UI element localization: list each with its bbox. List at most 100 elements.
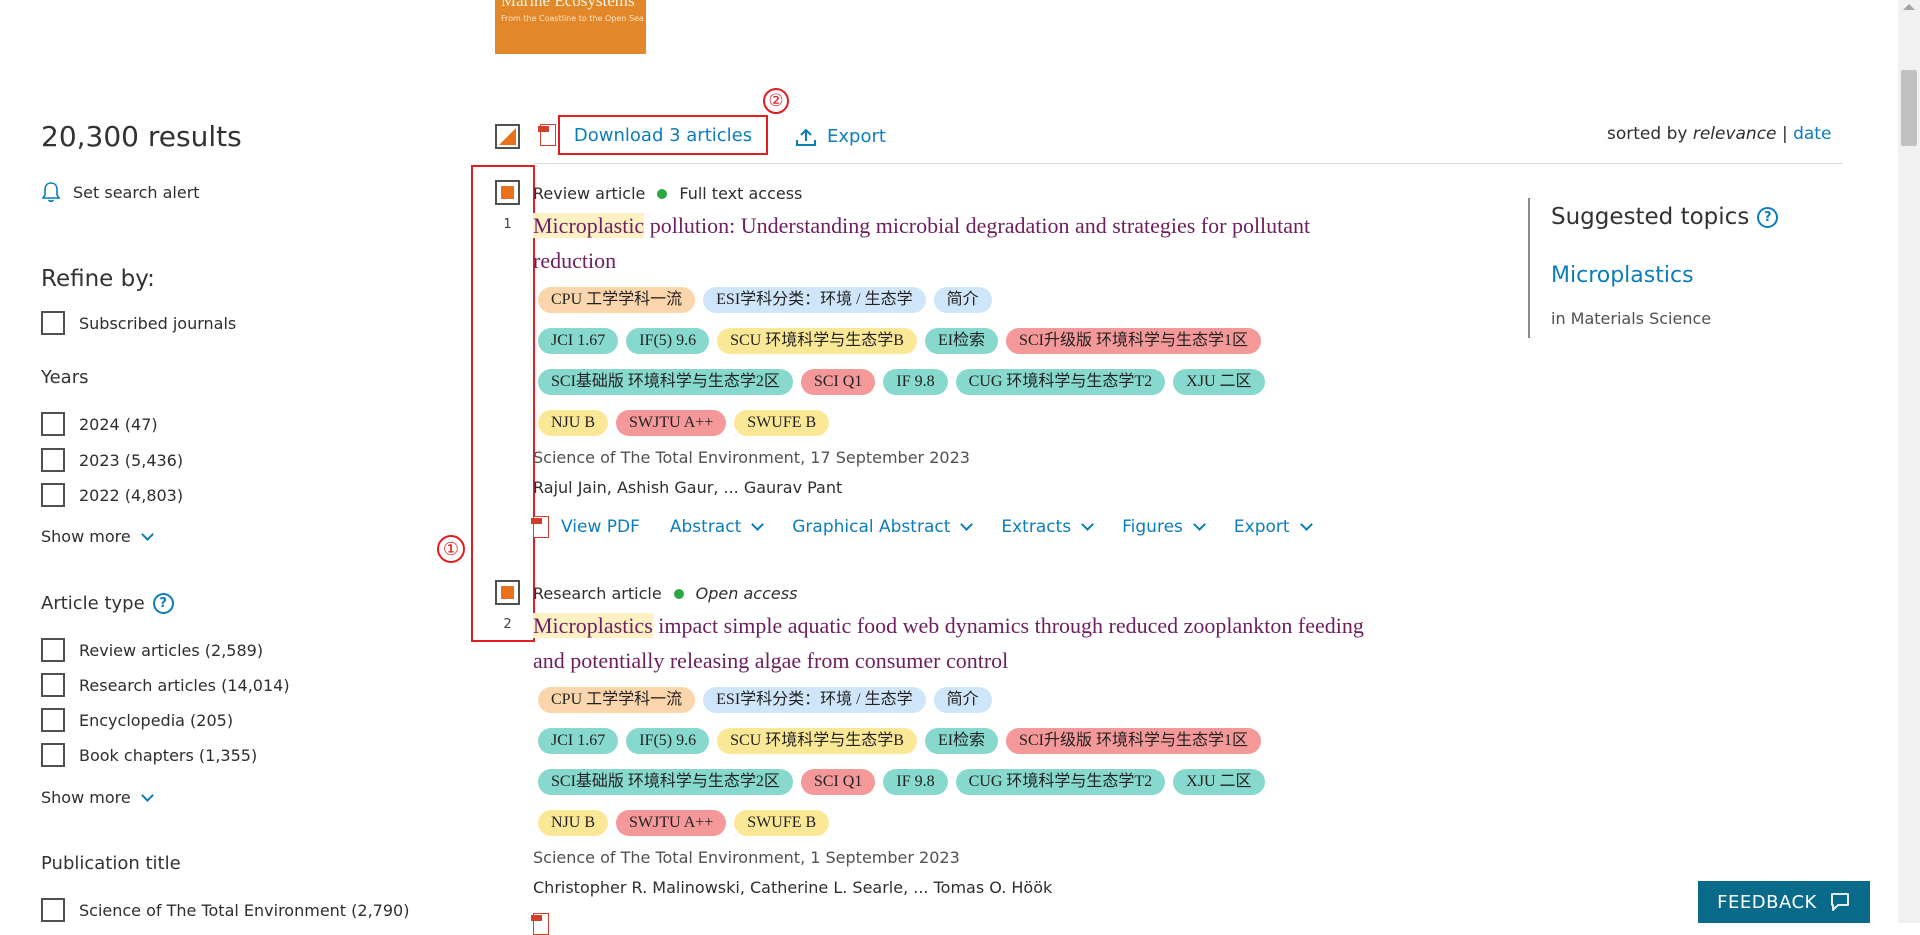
tag[interactable]: SCI Q1 [800, 369, 876, 395]
publication-title-heading: Publication title [41, 853, 181, 874]
export-button[interactable]: Export [795, 126, 886, 147]
tag[interactable]: SWJTU A++ [616, 810, 727, 836]
article-type-filter-book-chapters[interactable]: Book chapters (1,355) [41, 743, 257, 767]
tag[interactable]: SCI Q1 [800, 769, 876, 795]
tag[interactable]: CUG 环境科学与生态学T2 [955, 369, 1166, 395]
result-1-tags-row-2: JCI 1.67 IF(5) 9.6 SCU 环境科学与生态学B EI检索 SC… [538, 328, 1269, 354]
checkbox[interactable] [41, 311, 65, 335]
checkbox[interactable] [41, 898, 65, 922]
checkbox[interactable] [41, 483, 65, 507]
pdf-icon[interactable] [531, 913, 549, 935]
subscribed-journals-filter[interactable]: Subscribed journals [41, 311, 236, 335]
filter-label: 2023 (5,436) [79, 450, 184, 470]
tag[interactable]: SWJTU A++ [616, 410, 727, 436]
checkbox[interactable] [41, 448, 65, 472]
tag[interactable]: SWUFE B [734, 410, 830, 436]
topic-microplastics-link[interactable]: Microplastics [1551, 263, 1694, 288]
show-more-label: Show more [41, 788, 131, 807]
article-type-filter-research[interactable]: Research articles (14,014) [41, 673, 290, 697]
tag[interactable]: NJU B [538, 410, 609, 436]
result-1-checkbox[interactable] [495, 180, 520, 205]
refine-by-heading: Refine by: [41, 266, 155, 292]
annotation-marker-2: ② [763, 88, 789, 114]
year-filter-2022[interactable]: 2022 (4,803) [41, 483, 183, 507]
tag[interactable]: SCI基础版 环境科学与生态学2区 [538, 369, 793, 395]
tag[interactable]: EI检索 [924, 328, 999, 354]
download-articles-button[interactable]: Download 3 articles [558, 115, 768, 155]
result-1-authors: Rajul Jain, Ashish Gaur, ... Gaurav Pant [533, 478, 843, 497]
tag[interactable]: CUG 环境科学与生态学T2 [955, 769, 1166, 795]
tag[interactable]: ESI学科分类：环境 / 生态学 [703, 687, 926, 713]
years-heading-label: Years [41, 367, 89, 388]
suggested-topics-heading: Suggested topics? [1551, 204, 1779, 230]
title-text: pollution: Understanding microbial degra… [644, 213, 1311, 238]
tag[interactable]: IF 9.8 [883, 769, 948, 795]
tag[interactable]: NJU B [538, 810, 609, 836]
publication-title-heading-label: Publication title [41, 853, 181, 874]
feedback-button[interactable]: FEEDBACK [1698, 881, 1870, 923]
article-type: Research article [533, 584, 662, 603]
checkbox[interactable] [41, 743, 65, 767]
tag[interactable]: SCI升级版 环境科学与生态学1区 [1006, 728, 1261, 754]
result-1-tags-row-4: NJU B SWJTU A++ SWUFE B [538, 410, 837, 436]
tag[interactable]: SWUFE B [734, 810, 830, 836]
tag[interactable]: SCI升级版 环境科学与生态学1区 [1006, 328, 1261, 354]
tag[interactable]: SCI基础版 环境科学与生态学2区 [538, 769, 793, 795]
result-2-checkbox[interactable] [495, 580, 520, 605]
article-type-filter-review[interactable]: Review articles (2,589) [41, 638, 263, 662]
result-1-tags-row-1: CPU 工学学科一流 ESI学科分类：环境 / 生态学 简介 [538, 287, 1000, 313]
checkbox[interactable] [41, 708, 65, 732]
article-type-filter-encyclopedia[interactable]: Encyclopedia (205) [41, 708, 233, 732]
article-type-show-more-button[interactable]: Show more [41, 788, 154, 807]
checkbox[interactable] [41, 412, 65, 436]
result-2-tags-row-1: CPU 工学学科一流 ESI学科分类：环境 / 生态学 简介 [538, 687, 1000, 713]
tag[interactable]: XJU 二区 [1173, 769, 1265, 795]
tag[interactable]: SCU 环境科学与生态学B [717, 728, 917, 754]
article-type: Review article [533, 184, 646, 203]
filter-label: Science of The Total Environment (2,790) [79, 900, 410, 920]
filter-label: Review articles (2,589) [79, 640, 264, 660]
tag[interactable]: XJU 二区 [1173, 369, 1265, 395]
result-1-title-link[interactable]: Microplastic pollution: Understanding mi… [533, 208, 1483, 278]
year-filter-2024[interactable]: 2024 (47) [41, 412, 158, 436]
year-filter-2023[interactable]: 2023 (5,436) [41, 448, 183, 472]
tag[interactable]: SCU 环境科学与生态学B [717, 328, 917, 354]
tag[interactable]: 简介 [933, 287, 992, 313]
article-type-heading-label: Article type [41, 593, 145, 614]
filter-label: 2024 (47) [79, 414, 158, 434]
sort-date-link[interactable]: date [1793, 124, 1831, 144]
tag[interactable]: JCI 1.67 [538, 728, 619, 754]
tag[interactable]: ESI学科分类：环境 / 生态学 [703, 287, 926, 313]
export-toggle[interactable]: Export [1234, 517, 1313, 537]
help-icon[interactable]: ? [152, 593, 174, 614]
topic-subject: in Materials Science [1551, 309, 1712, 328]
book-cover-image[interactable]: Marine Ecosystems From the Coastline to … [495, 0, 646, 54]
years-show-more-button[interactable]: Show more [41, 527, 154, 546]
filter-label: Encyclopedia (205) [79, 710, 234, 730]
figures-toggle[interactable]: Figures [1122, 517, 1206, 537]
pdf-icon [538, 124, 556, 146]
tag[interactable]: CPU 工学学科一流 [538, 287, 696, 313]
view-pdf-link[interactable]: View PDF [531, 516, 640, 538]
checkbox[interactable] [41, 638, 65, 662]
help-icon[interactable]: ? [1757, 206, 1779, 228]
sort-relevance-option[interactable]: relevance [1693, 124, 1777, 144]
tag[interactable]: IF(5) 9.6 [626, 728, 710, 754]
graphical-abstract-toggle[interactable]: Graphical Abstract [792, 517, 974, 537]
set-search-alert-link[interactable]: Set search alert [41, 181, 200, 203]
publication-filter-stoten[interactable]: Science of The Total Environment (2,790) [41, 898, 409, 922]
abstract-toggle[interactable]: Abstract [670, 517, 765, 537]
tag[interactable]: JCI 1.67 [538, 328, 619, 354]
extracts-toggle[interactable]: Extracts [1001, 517, 1094, 537]
chevron-down-icon [140, 788, 154, 802]
tag[interactable]: CPU 工学学科一流 [538, 687, 696, 713]
scroll-up-arrow-icon[interactable] [1903, 4, 1915, 10]
result-2-title-link[interactable]: Microplastics impact simple aquatic food… [533, 608, 1483, 678]
tag[interactable]: IF(5) 9.6 [626, 328, 710, 354]
checkbox[interactable] [41, 673, 65, 697]
tag[interactable]: EI检索 [924, 728, 999, 754]
tag[interactable]: IF 9.8 [883, 369, 948, 395]
tag[interactable]: 简介 [933, 687, 992, 713]
scrollbar-thumb[interactable] [1901, 70, 1917, 146]
select-all-checkbox[interactable] [495, 124, 520, 149]
